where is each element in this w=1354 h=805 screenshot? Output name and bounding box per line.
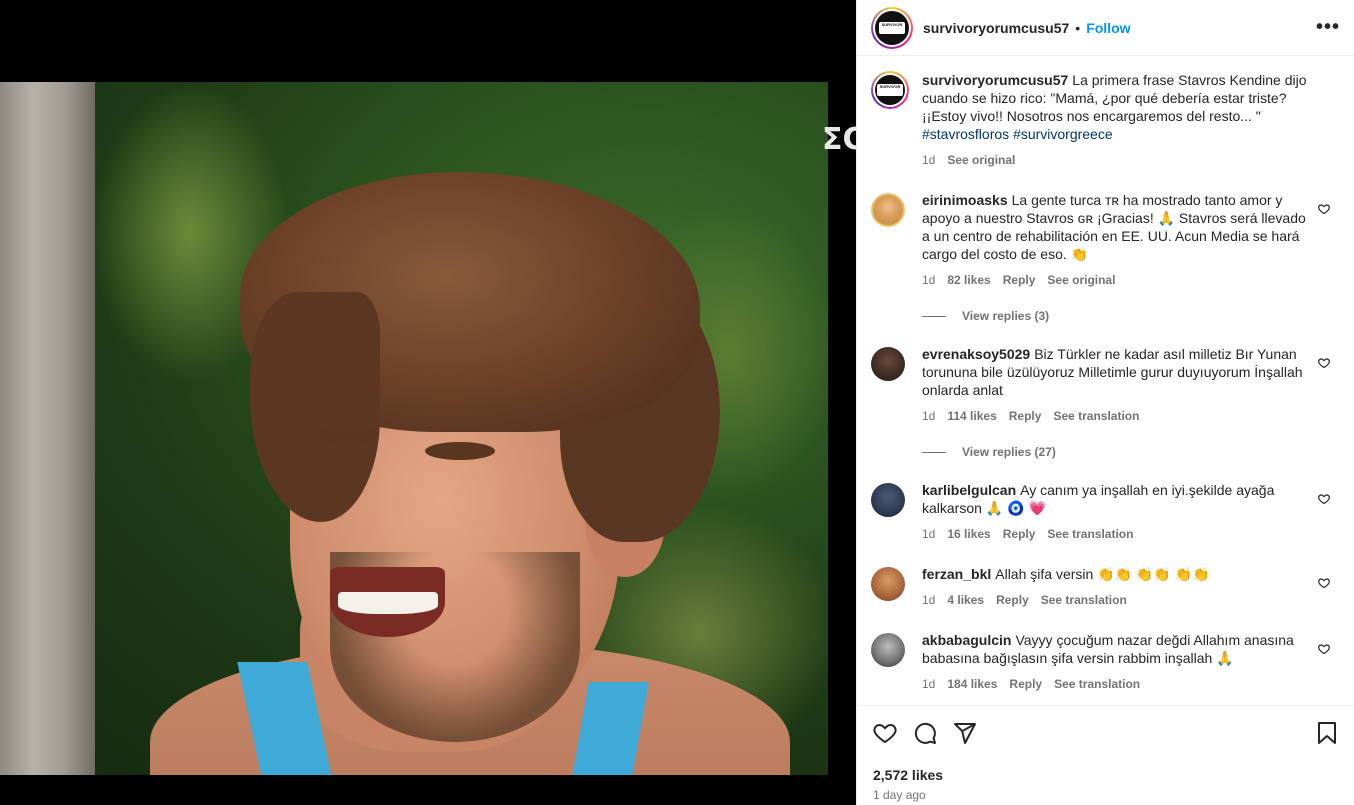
view-replies-button[interactable]: View replies (27)	[922, 445, 1338, 459]
view-replies-button[interactable]: View replies (3)	[922, 309, 1338, 323]
comment-username[interactable]: karlibelgulcan	[922, 482, 1016, 498]
share-icon[interactable]	[953, 721, 977, 745]
comments-list[interactable]: SURVIVOR survivoryorumcusu57 La primera f…	[857, 57, 1354, 705]
comment-heart-icon[interactable]	[1318, 357, 1330, 369]
reply-button[interactable]: Reply	[1003, 273, 1036, 287]
comment-heart-icon[interactable]	[1318, 577, 1330, 589]
tree-trunk	[0, 82, 95, 775]
comment-time: 1d	[922, 409, 936, 423]
bookmark-icon[interactable]	[1316, 721, 1338, 745]
comment-username[interactable]: evrenaksoy5029	[922, 346, 1030, 362]
reply-button[interactable]: Reply	[1003, 527, 1036, 541]
caption-time: 1d	[922, 153, 936, 167]
comment-heart-icon[interactable]	[1318, 493, 1330, 505]
commenter-avatar[interactable]	[871, 193, 905, 227]
see-translation-button[interactable]: See translation	[1047, 527, 1133, 541]
separator-dot: •	[1075, 19, 1081, 36]
instagram-post-window: ΣC SURVIVOR survivoryorumcusu57 • Follow…	[0, 0, 1354, 805]
comment-heart-icon[interactable]	[1318, 643, 1330, 655]
caption: SURVIVOR survivoryorumcusu57 La primera f…	[871, 71, 1338, 167]
view-replies-label[interactable]: View replies (27)	[962, 445, 1056, 459]
comment-time: 1d	[922, 593, 936, 607]
post-header: SURVIVOR survivoryorumcusu57 • Follow ••…	[857, 0, 1354, 56]
commenter-avatar[interactable]	[871, 483, 905, 517]
post-actions: 2,572 likes 1 day ago	[857, 705, 1354, 802]
comment-username[interactable]: akbabagulcin	[922, 632, 1011, 648]
comment-icon[interactable]	[913, 721, 937, 745]
follow-button[interactable]: Follow	[1086, 20, 1130, 36]
comment-likes[interactable]: 184 likes	[947, 677, 997, 691]
comment-likes[interactable]: 16 likes	[947, 527, 990, 541]
comment-likes[interactable]: 82 likes	[947, 273, 990, 287]
see-original-button[interactable]: See original	[947, 153, 1015, 167]
comment-likes[interactable]: 114 likes	[947, 409, 996, 423]
comment-time: 1d	[922, 527, 936, 541]
comment: akbabagulcin Vayyy çocuğum nazar değdi Al…	[871, 631, 1338, 691]
commenter-avatar[interactable]	[871, 347, 905, 381]
post-photo	[0, 82, 828, 775]
see-translation-button[interactable]: See translation	[1054, 677, 1140, 691]
tv-logo: ΣC	[822, 122, 856, 157]
comment-likes[interactable]: 4 likes	[947, 593, 984, 607]
see-translation-button[interactable]: See translation	[1053, 409, 1139, 423]
post-media[interactable]: ΣC	[0, 0, 856, 805]
comment-text: Allah şifa versin 👏👏 👏👏 👏👏	[995, 566, 1210, 582]
comment-heart-icon[interactable]	[1318, 203, 1330, 215]
comment-username[interactable]: eirinimoasks	[922, 192, 1008, 208]
post-time: 1 day ago	[873, 788, 926, 802]
commenter-avatar[interactable]	[871, 567, 905, 601]
view-replies-label[interactable]: View replies (3)	[962, 309, 1049, 323]
action-bar	[873, 720, 1338, 746]
comment: ferzan_bkl Allah şifa versin 👏👏 👏👏 👏👏 1d …	[871, 565, 1338, 607]
header-username[interactable]: survivoryorumcusu57	[923, 20, 1069, 36]
hashtags-link[interactable]: #stavrosfloros #survivorgreece	[922, 126, 1113, 142]
post-panel: SURVIVOR survivoryorumcusu57 • Follow ••…	[856, 0, 1354, 805]
comment: karlibelgulcan Ay canım ya inşallah en iy…	[871, 481, 1338, 541]
post-likes[interactable]: 2,572 likes	[873, 767, 1338, 783]
avatar[interactable]: SURVIVOR	[871, 6, 913, 49]
reply-button[interactable]: Reply	[1009, 677, 1042, 691]
comment-time: 1d	[922, 273, 936, 287]
comment-username[interactable]: ferzan_bkl	[922, 566, 991, 582]
commenter-avatar[interactable]	[871, 633, 905, 667]
reply-button[interactable]: Reply	[1009, 409, 1042, 423]
caption-avatar[interactable]: SURVIVOR	[871, 71, 909, 109]
comment-time: 1d	[922, 677, 936, 691]
comment: eirinimoasks La gente turca ᴛʀ ha mostrad…	[871, 191, 1338, 287]
more-options-icon[interactable]: •••	[1316, 16, 1340, 39]
see-translation-button[interactable]: See translation	[1041, 593, 1127, 607]
see-original-button[interactable]: See original	[1047, 273, 1115, 287]
caption-username[interactable]: survivoryorumcusu57	[922, 72, 1068, 88]
reply-button[interactable]: Reply	[996, 593, 1029, 607]
heart-icon[interactable]	[873, 721, 897, 745]
comment: evrenaksoy5029 Biz Türkler ne kadar asıl …	[871, 345, 1338, 423]
